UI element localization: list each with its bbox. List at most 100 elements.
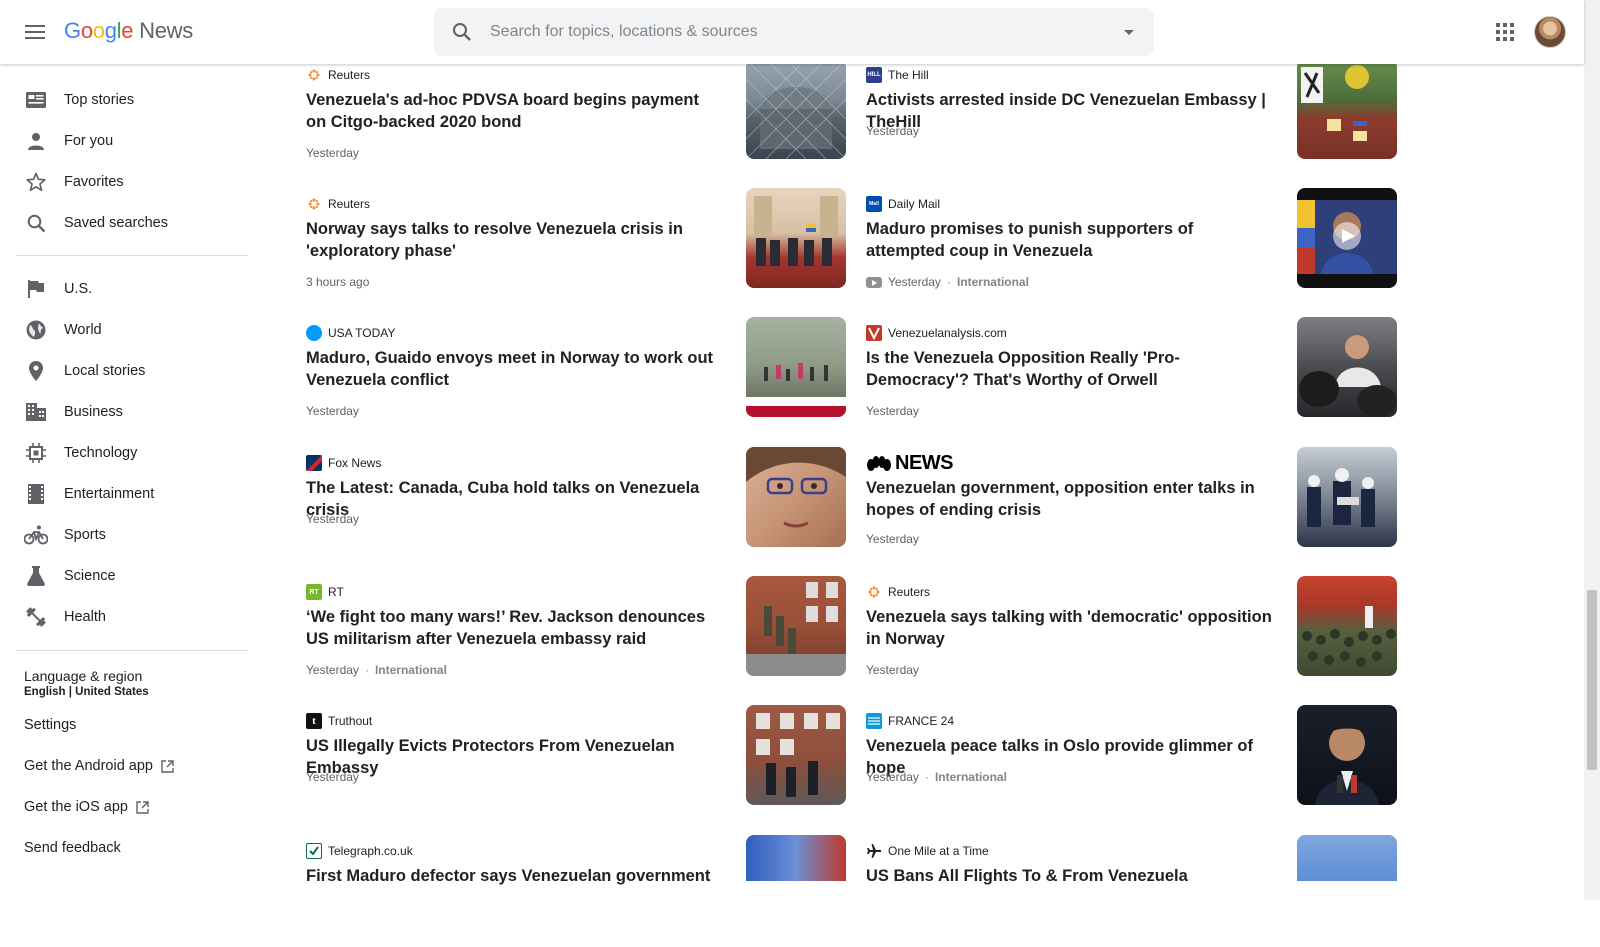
usa-today-icon [306, 325, 322, 341]
google-apps-button[interactable] [1490, 17, 1520, 47]
language-region-link[interactable]: Language & region [24, 668, 142, 684]
sidebar-item-sports[interactable]: Sports [0, 515, 256, 555]
source-name: Daily Mail [888, 197, 941, 211]
article-card: Telegraph.co.uk First Maduro defector sa… [306, 835, 846, 947]
sidebar-item-top-stories[interactable]: Top stories [0, 80, 256, 120]
article-thumbnail[interactable] [746, 447, 846, 547]
article-category[interactable]: International [375, 663, 447, 677]
article-thumbnail[interactable] [1297, 576, 1397, 676]
article-source[interactable]: Mail Daily Mail [866, 196, 940, 212]
article-source[interactable]: Venezuelanalysis.com [866, 325, 1007, 341]
person-icon [24, 129, 48, 153]
article-source[interactable]: HILL The Hill [866, 67, 929, 83]
article-thumbnail[interactable] [1297, 447, 1397, 547]
settings-link[interactable]: Settings [24, 717, 76, 733]
meta-separator: · [364, 663, 369, 677]
article-title[interactable]: Maduro promises to punish supporters of … [866, 218, 1276, 262]
sidebar-item-technology[interactable]: Technology [0, 433, 256, 473]
search-input[interactable] [490, 23, 1104, 41]
sidebar-divider [16, 255, 248, 256]
sidebar-item-label: Health [64, 609, 106, 625]
article-thumbnail[interactable] [746, 317, 846, 417]
article-category[interactable]: International [957, 275, 1029, 289]
sidebar-item-label: Favorites [64, 174, 124, 190]
sidebar-item-local-stories[interactable]: Local stories [0, 351, 256, 391]
android-app-link[interactable]: Get the Android app [24, 758, 174, 774]
article-source[interactable]: t Truthout [306, 713, 372, 729]
article-source[interactable]: USA TODAY [306, 325, 395, 341]
article-source[interactable]: One Mile at a Time [866, 843, 989, 859]
sidebar-item-for-you[interactable]: For you [0, 121, 256, 161]
article-time: Yesterday [306, 404, 359, 418]
page-scrollbar[interactable] [1584, 0, 1600, 900]
sidebar-item-world[interactable]: World [0, 310, 256, 350]
article-source[interactable]: Reuters [866, 584, 930, 600]
article-card: HILL The Hill Activists arrested inside D… [866, 59, 1406, 171]
settings-label: Settings [24, 717, 77, 733]
article-thumbnail[interactable] [1297, 835, 1397, 881]
article-title[interactable]: Activists arrested inside DC Venezuelan … [866, 89, 1276, 133]
article-title[interactable]: Venezuela says talking with 'democratic'… [866, 606, 1276, 650]
sidebar-item-label: Science [64, 568, 116, 584]
article-title[interactable]: US Illegally Evicts Protectors From Vene… [306, 735, 716, 779]
article-thumbnail[interactable] [746, 59, 846, 159]
sidebar-item-favorites[interactable]: Favorites [0, 162, 256, 202]
ios-app-link[interactable]: Get the iOS app [24, 799, 149, 815]
reuters-icon [866, 584, 882, 600]
account-avatar[interactable] [1534, 16, 1566, 48]
article-source[interactable]: NEWS [866, 452, 954, 474]
article-thumbnail[interactable] [1297, 59, 1397, 159]
article-thumbnail[interactable] [1297, 317, 1397, 417]
article-title[interactable]: Venezuela's ad-hoc PDVSA board begins pa… [306, 89, 716, 133]
dropdown-arrow-icon [1124, 29, 1134, 35]
article-title[interactable]: ‘We fight too many wars!’ Rev. Jackson d… [306, 606, 716, 650]
article-time: Yesterday [866, 124, 919, 138]
dumbbell-icon [24, 605, 48, 629]
article-source[interactable]: Reuters [306, 196, 370, 212]
article-thumbnail[interactable] [746, 705, 846, 805]
article-time: Yesterday [866, 770, 919, 784]
article-source[interactable]: Telegraph.co.uk [306, 843, 413, 859]
article-title[interactable]: Venezuelan government, opposition enter … [866, 477, 1276, 521]
article-title[interactable]: Is the Venezuela Opposition Really 'Pro-… [866, 347, 1276, 391]
sidebar-item-saved-searches[interactable]: Saved searches [0, 203, 256, 243]
article-thumbnail[interactable] [746, 835, 846, 881]
article-meta: Yesterday · International [306, 663, 447, 677]
article-title[interactable]: Norway says talks to resolve Venezuela c… [306, 218, 716, 262]
send-feedback-link[interactable]: Send feedback [24, 840, 121, 856]
article-source[interactable]: Reuters [306, 67, 370, 83]
article-meta: Yesterday [866, 124, 919, 138]
article-card: Mail Daily Mail Maduro promises to punish… [866, 188, 1406, 300]
external-link-icon [161, 759, 174, 773]
article-category[interactable]: International [935, 770, 1007, 784]
sidebar-item-health[interactable]: Health [0, 597, 256, 637]
sidebar-item-science[interactable]: Science [0, 556, 256, 596]
article-source[interactable]: RT RT [306, 584, 344, 600]
main-menu-button[interactable] [20, 17, 50, 47]
article-thumbnail[interactable] [1297, 705, 1397, 805]
sidebar-item-business[interactable]: Business [0, 392, 256, 432]
search-options-dropdown[interactable] [1104, 29, 1154, 36]
sidebar-item-label: Sports [64, 527, 106, 543]
article-source[interactable]: Fox News [306, 455, 381, 471]
article-thumbnail[interactable] [746, 576, 846, 676]
article-source[interactable]: FRANCE 24 [866, 713, 954, 729]
article-title[interactable]: Maduro, Guaido envoys meet in Norway to … [306, 347, 716, 391]
telegraph-icon [306, 843, 322, 859]
top-bar: Google News [0, 0, 1584, 64]
the-hill-icon: HILL [866, 67, 882, 83]
sidebar-item-label: World [64, 322, 102, 338]
article-meta: Yesterday · International [866, 275, 1029, 289]
article-thumbnail[interactable] [746, 188, 846, 288]
google-news-logo[interactable]: Google News [64, 18, 193, 44]
article-title[interactable]: The Latest: Canada, Cuba hold talks on V… [306, 477, 716, 521]
search-bar [434, 8, 1154, 56]
sidebar-item-us[interactable]: U.S. [0, 269, 256, 309]
article-title[interactable]: US Bans All Flights To & From Venezuela [866, 865, 1276, 887]
venezuelanalysis-icon [866, 325, 882, 341]
sidebar-item-entertainment[interactable]: Entertainment [0, 474, 256, 514]
scrollbar-thumb[interactable] [1587, 590, 1597, 770]
search-button[interactable] [434, 22, 490, 42]
article-title[interactable]: First Maduro defector says Venezuelan go… [306, 865, 716, 887]
article-thumbnail[interactable] [1297, 188, 1397, 288]
